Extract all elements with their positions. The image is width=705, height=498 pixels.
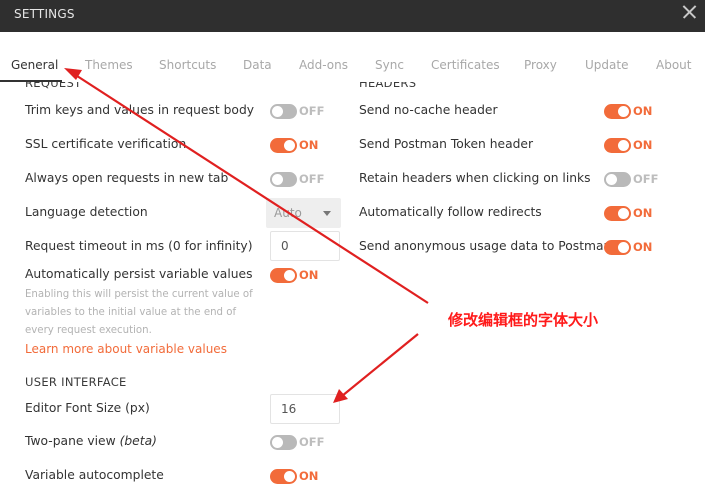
toggle-knob (284, 270, 295, 281)
annotation-text: 修改编辑框的字体大小 (448, 311, 599, 329)
language-detection-select[interactable]: Auto (266, 198, 341, 228)
toggle-knob (618, 208, 629, 219)
timeout-input[interactable]: 0 (270, 231, 340, 261)
editor-font-size-input[interactable]: 16 (270, 394, 340, 424)
no-cache-toggle[interactable] (604, 104, 631, 119)
persist-vars-label: Automatically persist variable values (25, 267, 253, 281)
two-pane-label: Two-pane view (beta) (25, 434, 157, 448)
tab-add-ons[interactable]: Add-ons (299, 58, 348, 72)
toggle-knob (272, 437, 283, 448)
toggle-knob (618, 106, 629, 117)
toggle-knob (606, 174, 617, 185)
timeout-label: Request timeout in ms (0 for infinity) (25, 239, 253, 253)
tab-about[interactable]: About (656, 58, 691, 72)
tab-themes[interactable]: Themes (85, 58, 133, 72)
window-title: SETTINGS (14, 7, 75, 21)
tab-shortcuts[interactable]: Shortcuts (159, 58, 216, 72)
section-title-headers: HEADERS (359, 82, 417, 90)
persist-vars-note: Enabling this will persist the current v… (25, 286, 253, 340)
retain-headers-state: OFF (633, 172, 659, 186)
section-title-user-interface: USER INTERFACE (25, 375, 127, 389)
tab-update[interactable]: Update (585, 58, 628, 72)
persist-vars-toggle[interactable] (270, 268, 297, 283)
trim-keys-toggle[interactable] (270, 104, 297, 119)
title-bar: SETTINGS (0, 0, 705, 32)
section-title-request: REQUEST (25, 82, 82, 90)
toggle-knob (272, 174, 283, 185)
editor-font-size-label: Editor Font Size (px) (25, 401, 150, 415)
ssl-verification-toggle[interactable] (270, 138, 297, 153)
usage-data-state: ON (633, 240, 653, 254)
two-pane-state: OFF (299, 435, 325, 449)
tab-certificates[interactable]: Certificates (431, 58, 500, 72)
usage-data-label: Send anonymous usage data to Postman (359, 239, 612, 253)
no-cache-state: ON (633, 104, 653, 118)
tab-sync[interactable]: Sync (375, 58, 404, 72)
ssl-verification-label: SSL certificate verification (25, 137, 187, 151)
language-detection-label: Language detection (25, 205, 148, 219)
var-autocomplete-state: ON (299, 469, 319, 483)
var-autocomplete-toggle[interactable] (270, 469, 297, 484)
no-cache-label: Send no-cache header (359, 103, 498, 117)
open-new-tab-label: Always open requests in new tab (25, 171, 229, 185)
postman-token-toggle[interactable] (604, 138, 631, 153)
var-autocomplete-label: Variable autocomplete (25, 468, 164, 482)
retain-headers-label: Retain headers when clicking on links (359, 171, 591, 185)
note-line: variables to the initial value at the en… (25, 307, 237, 318)
toggle-knob (284, 471, 295, 482)
tab-proxy[interactable]: Proxy (524, 58, 557, 72)
trim-keys-state: OFF (299, 104, 325, 118)
section-headings-row: REQUEST HEADERS (0, 82, 705, 92)
persist-vars-state: ON (299, 268, 319, 282)
toggle-knob (618, 242, 629, 253)
beta-tag: (beta) (119, 434, 157, 448)
toggle-knob (618, 140, 629, 151)
usage-data-toggle[interactable] (604, 240, 631, 255)
open-new-tab-state: OFF (299, 172, 325, 186)
postman-token-state: ON (633, 138, 653, 152)
tab-general[interactable]: General (11, 58, 58, 72)
follow-redirects-toggle[interactable] (604, 206, 631, 221)
learn-more-link[interactable]: Learn more about variable values (25, 342, 227, 356)
chevron-down-icon (323, 211, 331, 216)
follow-redirects-state: ON (633, 206, 653, 220)
note-line: Enabling this will persist the current v… (25, 289, 253, 300)
open-new-tab-toggle[interactable] (270, 172, 297, 187)
two-pane-toggle[interactable] (270, 435, 297, 450)
tab-data[interactable]: Data (243, 58, 272, 72)
note-line: every request execution. (25, 325, 152, 336)
toggle-knob (284, 140, 295, 151)
close-icon[interactable] (679, 1, 701, 23)
tab-bar: General Themes Shortcuts Data Add-ons Sy… (0, 32, 705, 82)
two-pane-label-text: Two-pane view (25, 434, 116, 448)
ssl-verification-state: ON (299, 138, 319, 152)
trim-keys-label: Trim keys and values in request body (25, 103, 255, 117)
toggle-knob (272, 106, 283, 117)
language-detection-value: Auto (274, 206, 302, 220)
arrow-to-font-size (341, 333, 419, 397)
postman-token-label: Send Postman Token header (359, 137, 534, 151)
follow-redirects-label: Automatically follow redirects (359, 205, 542, 219)
retain-headers-toggle[interactable] (604, 172, 631, 187)
